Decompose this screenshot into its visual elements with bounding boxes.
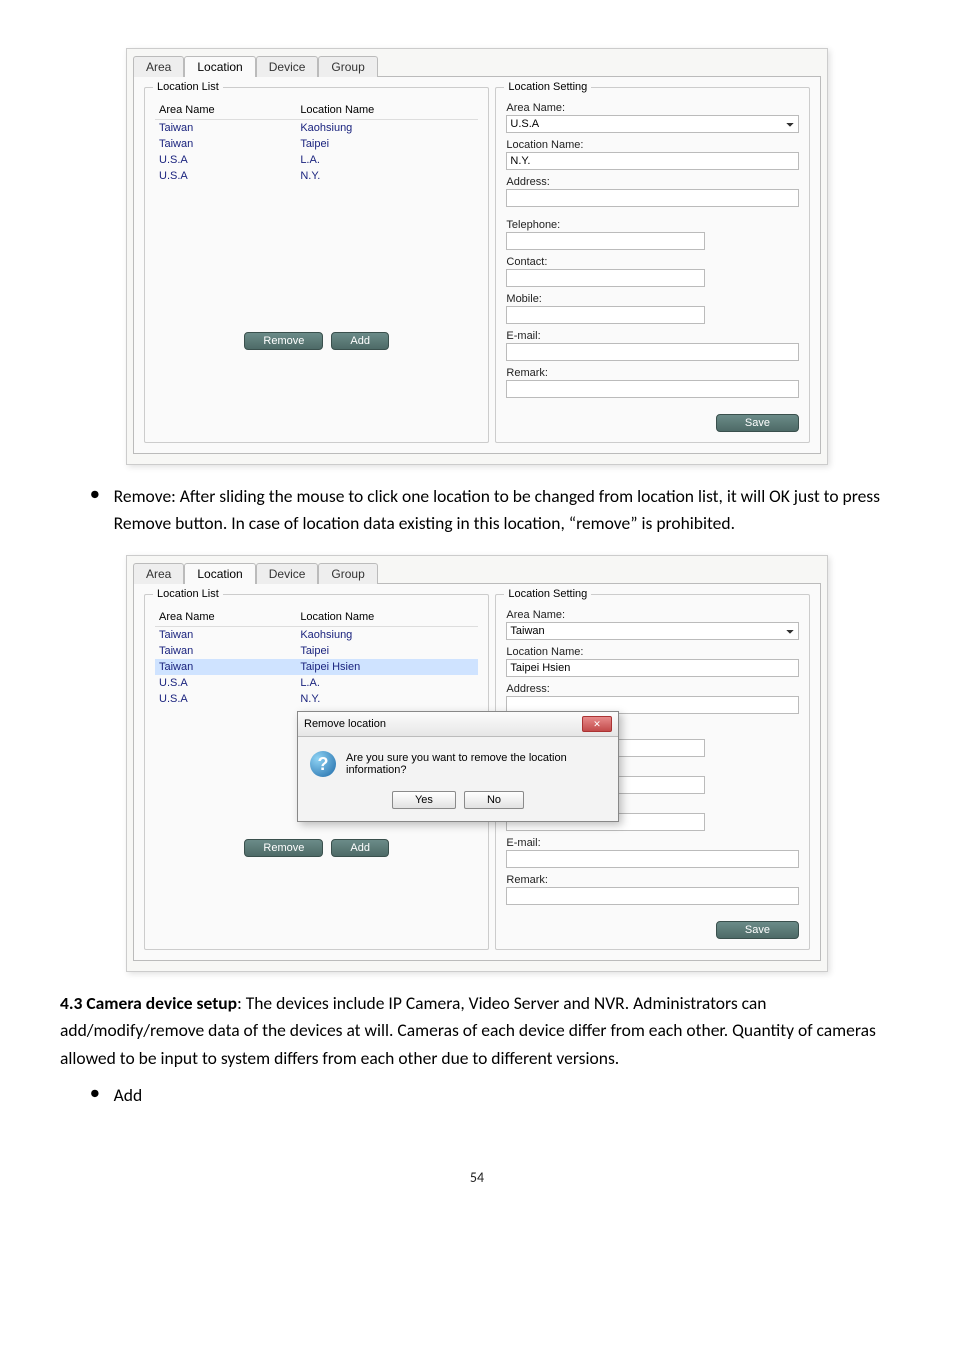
remark-input[interactable] bbox=[506, 887, 799, 905]
email-input[interactable] bbox=[506, 850, 799, 868]
tab-bar: Area Location Device Group bbox=[127, 49, 827, 76]
location-list-legend: Location List bbox=[153, 588, 223, 600]
location-window-2: Area Location Device Group Location List… bbox=[126, 555, 828, 972]
section-4-3: 4.3 Camera device setup: The devices inc… bbox=[60, 990, 894, 1071]
question-icon: ? bbox=[310, 751, 336, 777]
area-name-select[interactable]: Taiwan bbox=[506, 622, 799, 640]
col-area: Area Name bbox=[155, 102, 296, 120]
table-row[interactable]: TaiwanKaohsiung bbox=[155, 120, 478, 137]
tab-location[interactable]: Location bbox=[184, 563, 255, 584]
yes-button[interactable]: Yes bbox=[392, 791, 456, 809]
location-setting-legend: Location Setting bbox=[504, 81, 591, 93]
col-location: Location Name bbox=[296, 102, 478, 120]
email-input[interactable] bbox=[506, 343, 799, 361]
address-label: Address: bbox=[506, 176, 799, 188]
tab-location[interactable]: Location bbox=[184, 56, 255, 77]
location-list-legend: Location List bbox=[153, 81, 223, 93]
remark-input[interactable] bbox=[506, 380, 799, 398]
email-label: E-mail: bbox=[506, 837, 799, 849]
add-bullet-text: Add bbox=[114, 1082, 143, 1109]
area-name-label: Area Name: bbox=[506, 609, 799, 621]
area-name-label: Area Name: bbox=[506, 102, 799, 114]
table-row[interactable]: U.S.AL.A. bbox=[155, 675, 478, 691]
tab-device[interactable]: Device bbox=[256, 56, 319, 77]
no-button[interactable]: No bbox=[464, 791, 524, 809]
location-table: Area Name Location Name TaiwanKaohsiung … bbox=[155, 609, 478, 707]
remove-button[interactable]: Remove bbox=[244, 839, 323, 857]
location-list-group: Location List Area Name Location Name Ta… bbox=[144, 87, 489, 443]
location-name-label: Location Name: bbox=[506, 139, 799, 151]
remove-paragraph: Remove: After sliding the mouse to click… bbox=[114, 483, 894, 537]
table-row[interactable]: TaiwanTaipei bbox=[155, 643, 478, 659]
location-name-input[interactable] bbox=[506, 152, 799, 170]
dialog-title: Remove location bbox=[304, 718, 386, 730]
tab-bar: Area Location Device Group bbox=[127, 556, 827, 583]
telephone-input[interactable] bbox=[506, 232, 705, 250]
bullet-icon: ● bbox=[90, 1082, 100, 1106]
remove-button[interactable]: Remove bbox=[244, 332, 323, 350]
table-row[interactable]: U.S.AL.A. bbox=[155, 152, 478, 168]
remark-label: Remark: bbox=[506, 367, 799, 379]
location-setting-group: Location Setting Area Name: U.S.A Locati… bbox=[495, 87, 810, 443]
save-button[interactable]: Save bbox=[716, 921, 799, 939]
location-window-1: Area Location Device Group Location List… bbox=[126, 48, 828, 465]
table-row[interactable]: U.S.AN.Y. bbox=[155, 168, 478, 184]
contact-label: Contact: bbox=[506, 256, 799, 268]
page-number: 54 bbox=[60, 1169, 894, 1186]
col-location: Location Name bbox=[296, 609, 478, 627]
location-setting-legend: Location Setting bbox=[504, 588, 591, 600]
table-row[interactable]: TaiwanKaohsiung bbox=[155, 627, 478, 644]
email-label: E-mail: bbox=[506, 330, 799, 342]
contact-input[interactable] bbox=[506, 269, 705, 287]
remove-location-dialog: Remove location ✕ ? Are you sure you wan… bbox=[297, 711, 619, 822]
location-name-input[interactable] bbox=[506, 659, 799, 677]
telephone-label: Telephone: bbox=[506, 219, 799, 231]
tab-device[interactable]: Device bbox=[256, 563, 319, 584]
table-row[interactable]: U.S.AN.Y. bbox=[155, 691, 478, 707]
table-row[interactable]: TaiwanTaipei bbox=[155, 136, 478, 152]
tab-group[interactable]: Group bbox=[318, 56, 377, 77]
add-button[interactable]: Add bbox=[331, 332, 389, 350]
address-label: Address: bbox=[506, 683, 799, 695]
table-row[interactable]: TaiwanTaipei Hsien bbox=[155, 659, 478, 675]
dialog-message: Are you sure you want to remove the loca… bbox=[346, 752, 606, 776]
close-icon[interactable]: ✕ bbox=[582, 716, 612, 732]
col-area: Area Name bbox=[155, 609, 296, 627]
remark-label: Remark: bbox=[506, 874, 799, 886]
location-table: Area Name Location Name TaiwanKaohsiung … bbox=[155, 102, 478, 184]
bullet-icon: ● bbox=[90, 483, 100, 507]
save-button[interactable]: Save bbox=[716, 414, 799, 432]
area-name-select[interactable]: U.S.A bbox=[506, 115, 799, 133]
tab-area[interactable]: Area bbox=[133, 56, 184, 77]
tab-area[interactable]: Area bbox=[133, 563, 184, 584]
add-button[interactable]: Add bbox=[331, 839, 389, 857]
mobile-label: Mobile: bbox=[506, 293, 799, 305]
section-4-3-title: 4.3 Camera device setup bbox=[60, 992, 237, 1014]
address-input[interactable] bbox=[506, 189, 799, 207]
mobile-input[interactable] bbox=[506, 306, 705, 324]
tab-group[interactable]: Group bbox=[318, 563, 377, 584]
location-name-label: Location Name: bbox=[506, 646, 799, 658]
